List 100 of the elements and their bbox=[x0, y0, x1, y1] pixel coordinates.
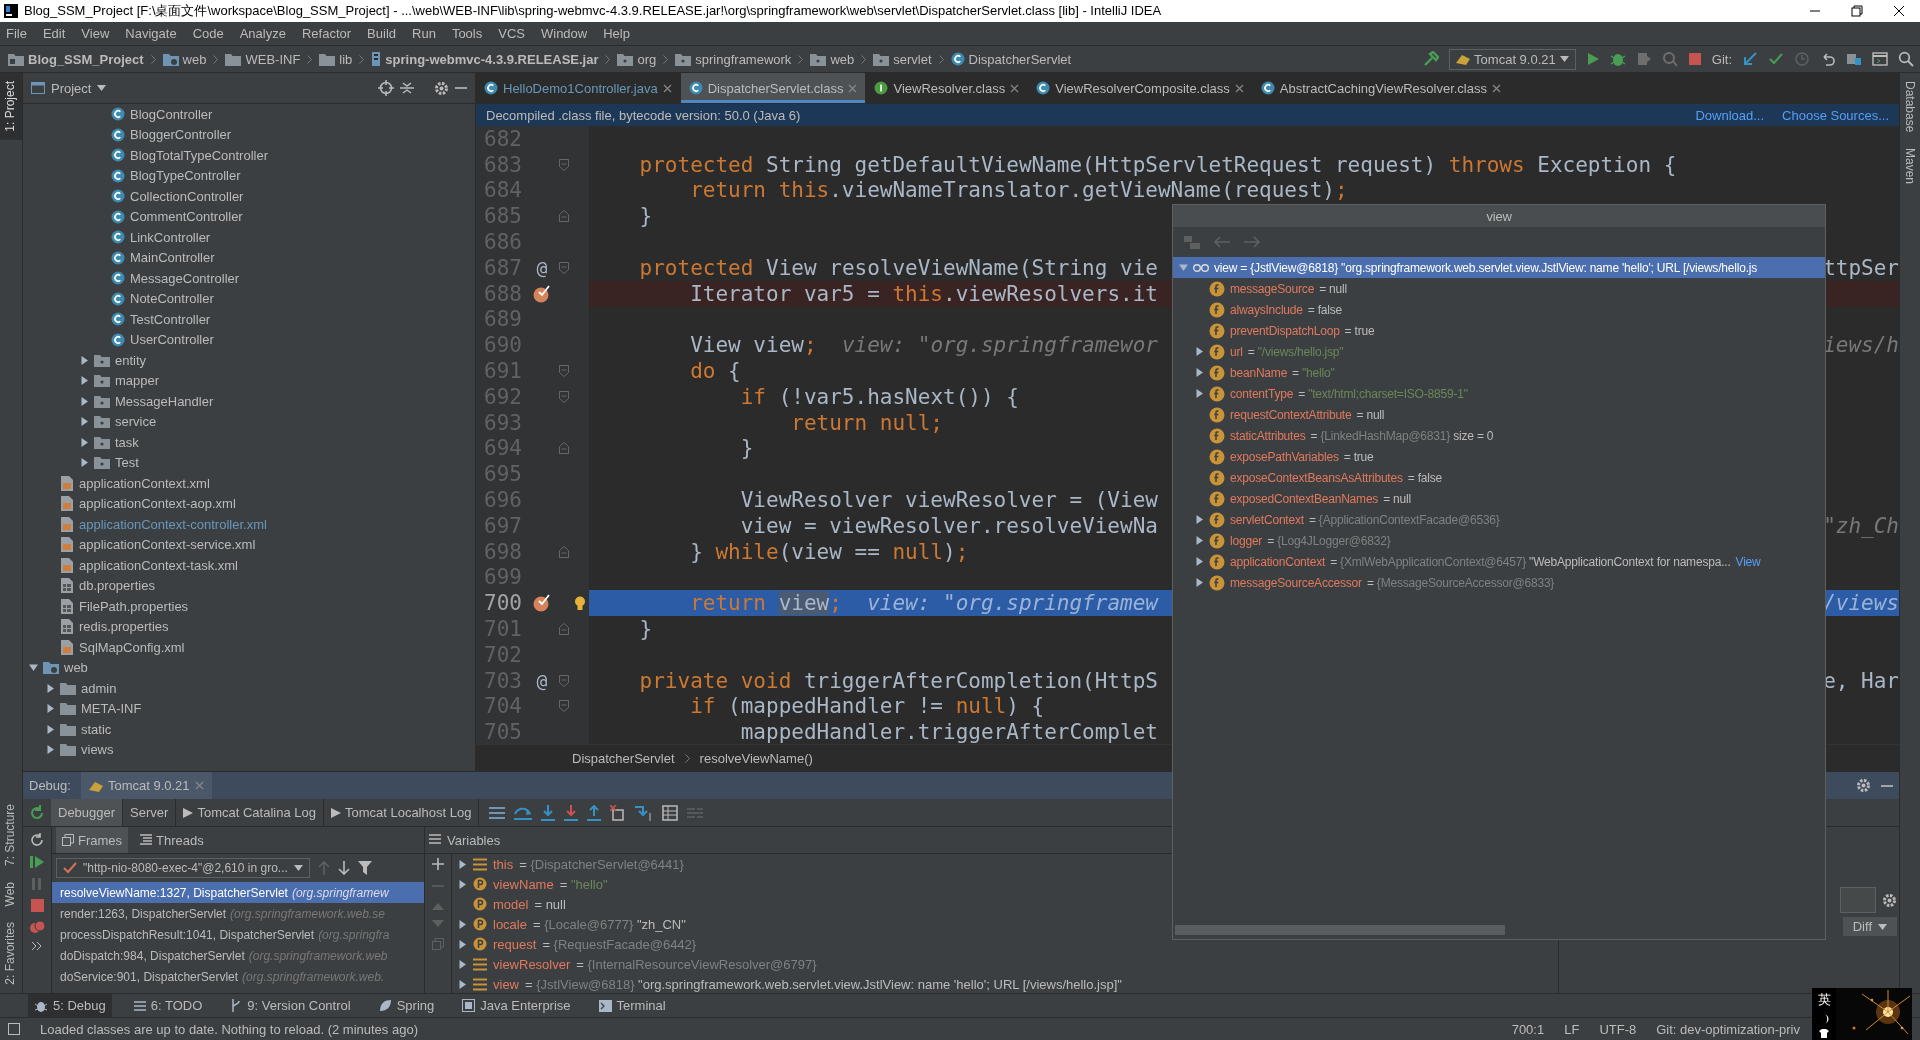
debugger-tab[interactable]: Tomcat Localhost Log bbox=[323, 799, 480, 826]
tree-item[interactable]: task bbox=[115, 434, 139, 450]
breadcrumb[interactable]: DispatcherServlet bbox=[968, 51, 1072, 67]
menu-item[interactable]: Help bbox=[603, 26, 630, 41]
tool-window-tab[interactable]: 2: Favorites bbox=[0, 914, 22, 993]
tool-window-tab[interactable]: 1: Project bbox=[0, 73, 22, 140]
tree-item[interactable]: db.properties bbox=[79, 578, 155, 594]
fold-marker-icon[interactable] bbox=[558, 674, 569, 687]
expand-arrow-icon[interactable] bbox=[80, 417, 89, 427]
refresh-icon[interactable] bbox=[30, 833, 44, 847]
tree-item[interactable]: BlogTypeController bbox=[130, 168, 241, 184]
tree-item[interactable]: Test bbox=[115, 455, 139, 471]
fold-marker-icon[interactable] bbox=[558, 261, 569, 274]
field-name[interactable]: servletContext bbox=[1230, 512, 1304, 527]
breadcrumb[interactable]: springframework bbox=[695, 51, 792, 67]
debugger-tab[interactable]: Server bbox=[123, 799, 177, 826]
drop-frame-icon[interactable] bbox=[610, 804, 627, 821]
variable-name[interactable]: viewName bbox=[493, 876, 554, 892]
step-into-icon[interactable] bbox=[541, 804, 556, 821]
tool-window-tab[interactable]: 7: Structure bbox=[0, 795, 22, 874]
tree-item[interactable]: SqlMapConfig.xml bbox=[79, 639, 185, 655]
evaluate-table-icon[interactable] bbox=[662, 804, 679, 821]
tree-item[interactable]: applicationContext-task.xml bbox=[79, 557, 238, 573]
settings-icon[interactable] bbox=[1882, 892, 1897, 908]
fold-end-icon[interactable] bbox=[558, 623, 569, 636]
breadcrumb[interactable]: WEB-INF bbox=[245, 51, 301, 67]
field-name[interactable]: exposeContextBeansAsAttributes bbox=[1230, 470, 1403, 485]
stack-frame[interactable]: render:1263, DispatcherServlet (org.springframework.web.se bbox=[52, 903, 424, 924]
menu-item[interactable]: VCS bbox=[498, 26, 525, 41]
window-icon[interactable] bbox=[1872, 51, 1888, 67]
tree-item[interactable]: FilePath.properties bbox=[79, 598, 189, 614]
menu-item[interactable]: Window bbox=[540, 26, 588, 41]
tree-item[interactable]: redis.properties bbox=[79, 619, 169, 635]
expand-arrow-icon[interactable] bbox=[80, 458, 89, 468]
fold-end-icon[interactable] bbox=[558, 545, 569, 558]
breadcrumb[interactable]: DispatcherServlet bbox=[572, 750, 675, 766]
menu-item[interactable]: Build bbox=[367, 26, 396, 41]
expand-arrow-icon[interactable] bbox=[1195, 515, 1204, 524]
field-name[interactable]: preventDispatchLoop bbox=[1230, 323, 1340, 338]
tree-item[interactable]: UserController bbox=[130, 332, 214, 348]
thread-dropdown[interactable]: "http-nio-8080-exec-4"@2,610 in gro... bbox=[56, 858, 310, 878]
expand-arrow-icon[interactable] bbox=[458, 919, 467, 929]
breadcrumb[interactable]: resolveViewName() bbox=[699, 750, 813, 766]
rerun-icon[interactable] bbox=[29, 804, 45, 821]
close-icon[interactable] bbox=[1892, 4, 1906, 18]
step-over-icon[interactable] bbox=[514, 805, 533, 820]
tool-window-button[interactable]: Java Enterprise bbox=[456, 994, 577, 1017]
input-field[interactable] bbox=[1840, 887, 1876, 913]
expand-arrow-icon[interactable] bbox=[1195, 368, 1204, 377]
expand-arrow-icon[interactable] bbox=[46, 704, 55, 714]
menu-item[interactable]: File bbox=[6, 26, 27, 41]
menu-item[interactable]: View bbox=[81, 26, 110, 41]
frames-menu-icon[interactable] bbox=[489, 805, 506, 820]
tool-window-tab[interactable]: Maven bbox=[1900, 140, 1920, 193]
field-name[interactable]: url bbox=[1230, 344, 1243, 359]
breadcrumb[interactable]: spring-webmvc-4.3.9.RELEASE.jar bbox=[385, 51, 599, 67]
breakpoint-icon[interactable] bbox=[532, 284, 552, 303]
breadcrumb[interactable]: org bbox=[637, 51, 657, 67]
filter-icon[interactable] bbox=[357, 861, 372, 875]
lightbulb-icon[interactable] bbox=[574, 595, 586, 611]
override-marker[interactable]: @ bbox=[536, 257, 548, 279]
search-icon[interactable] bbox=[1898, 51, 1914, 67]
force-step-into-icon[interactable] bbox=[564, 804, 579, 821]
tree-item[interactable]: applicationContext-controller.xml bbox=[79, 516, 267, 532]
editor-tab[interactable]: AbstractCachingViewResolver.class bbox=[1252, 73, 1510, 103]
stack-frame[interactable]: resolveViewName:1327, DispatcherServlet (org.springframew bbox=[52, 882, 424, 903]
add-icon[interactable] bbox=[432, 858, 444, 870]
tool-window-button[interactable]: Terminal bbox=[592, 994, 672, 1017]
panel-tab[interactable]: Threads bbox=[134, 827, 210, 853]
tree-item[interactable]: static bbox=[81, 721, 112, 737]
view-link[interactable]: View bbox=[1735, 554, 1761, 569]
variable-name[interactable]: request bbox=[493, 936, 537, 952]
override-marker[interactable]: @ bbox=[536, 670, 548, 692]
tree-item[interactable]: NoteController bbox=[130, 291, 214, 307]
fold-marker-icon[interactable] bbox=[558, 390, 569, 403]
expand-arrow-icon[interactable] bbox=[80, 376, 89, 386]
panel-tab[interactable]: Frames bbox=[56, 827, 129, 853]
breadcrumb[interactable]: servlet bbox=[893, 51, 932, 67]
notice-link[interactable]: Download... bbox=[1695, 107, 1765, 123]
tool-window-button[interactable]: Spring bbox=[372, 994, 441, 1017]
commit-check-icon[interactable] bbox=[1768, 51, 1784, 67]
stop-icon[interactable] bbox=[1687, 52, 1702, 66]
tool-window-button[interactable]: 6: TODO bbox=[127, 994, 209, 1017]
line-separator[interactable]: LF bbox=[1564, 1021, 1580, 1037]
variable-name[interactable]: model bbox=[493, 896, 529, 912]
project-structure-icon[interactable] bbox=[1846, 51, 1862, 67]
session-tab[interactable]: Tomcat 9.0.21 bbox=[80, 772, 212, 799]
breadcrumb[interactable]: web bbox=[830, 51, 855, 67]
resume-icon[interactable] bbox=[30, 855, 44, 869]
tree-row[interactable]: view = {JstlView@6818} "org.springframework.web.servlet.view.JstlView: name 'hello'; URL [/views/hello.js bbox=[1173, 257, 1825, 278]
field-name[interactable]: alwaysInclude bbox=[1230, 302, 1303, 317]
tree-item[interactable]: entity bbox=[115, 352, 147, 368]
tree-item[interactable]: applicationContext-service.xml bbox=[79, 537, 256, 553]
tree-item[interactable]: LinkController bbox=[130, 229, 211, 245]
stack-frame[interactable]: processDispatchResult:1041, DispatcherServlet (org.springfra bbox=[52, 924, 424, 945]
expand-arrow-icon[interactable] bbox=[46, 683, 55, 693]
debugger-tab[interactable]: Debugger bbox=[51, 799, 124, 826]
shirt-icon[interactable] bbox=[1819, 1028, 1829, 1038]
panel-title[interactable]: Project bbox=[51, 80, 92, 96]
restore-icon[interactable] bbox=[1850, 4, 1864, 18]
